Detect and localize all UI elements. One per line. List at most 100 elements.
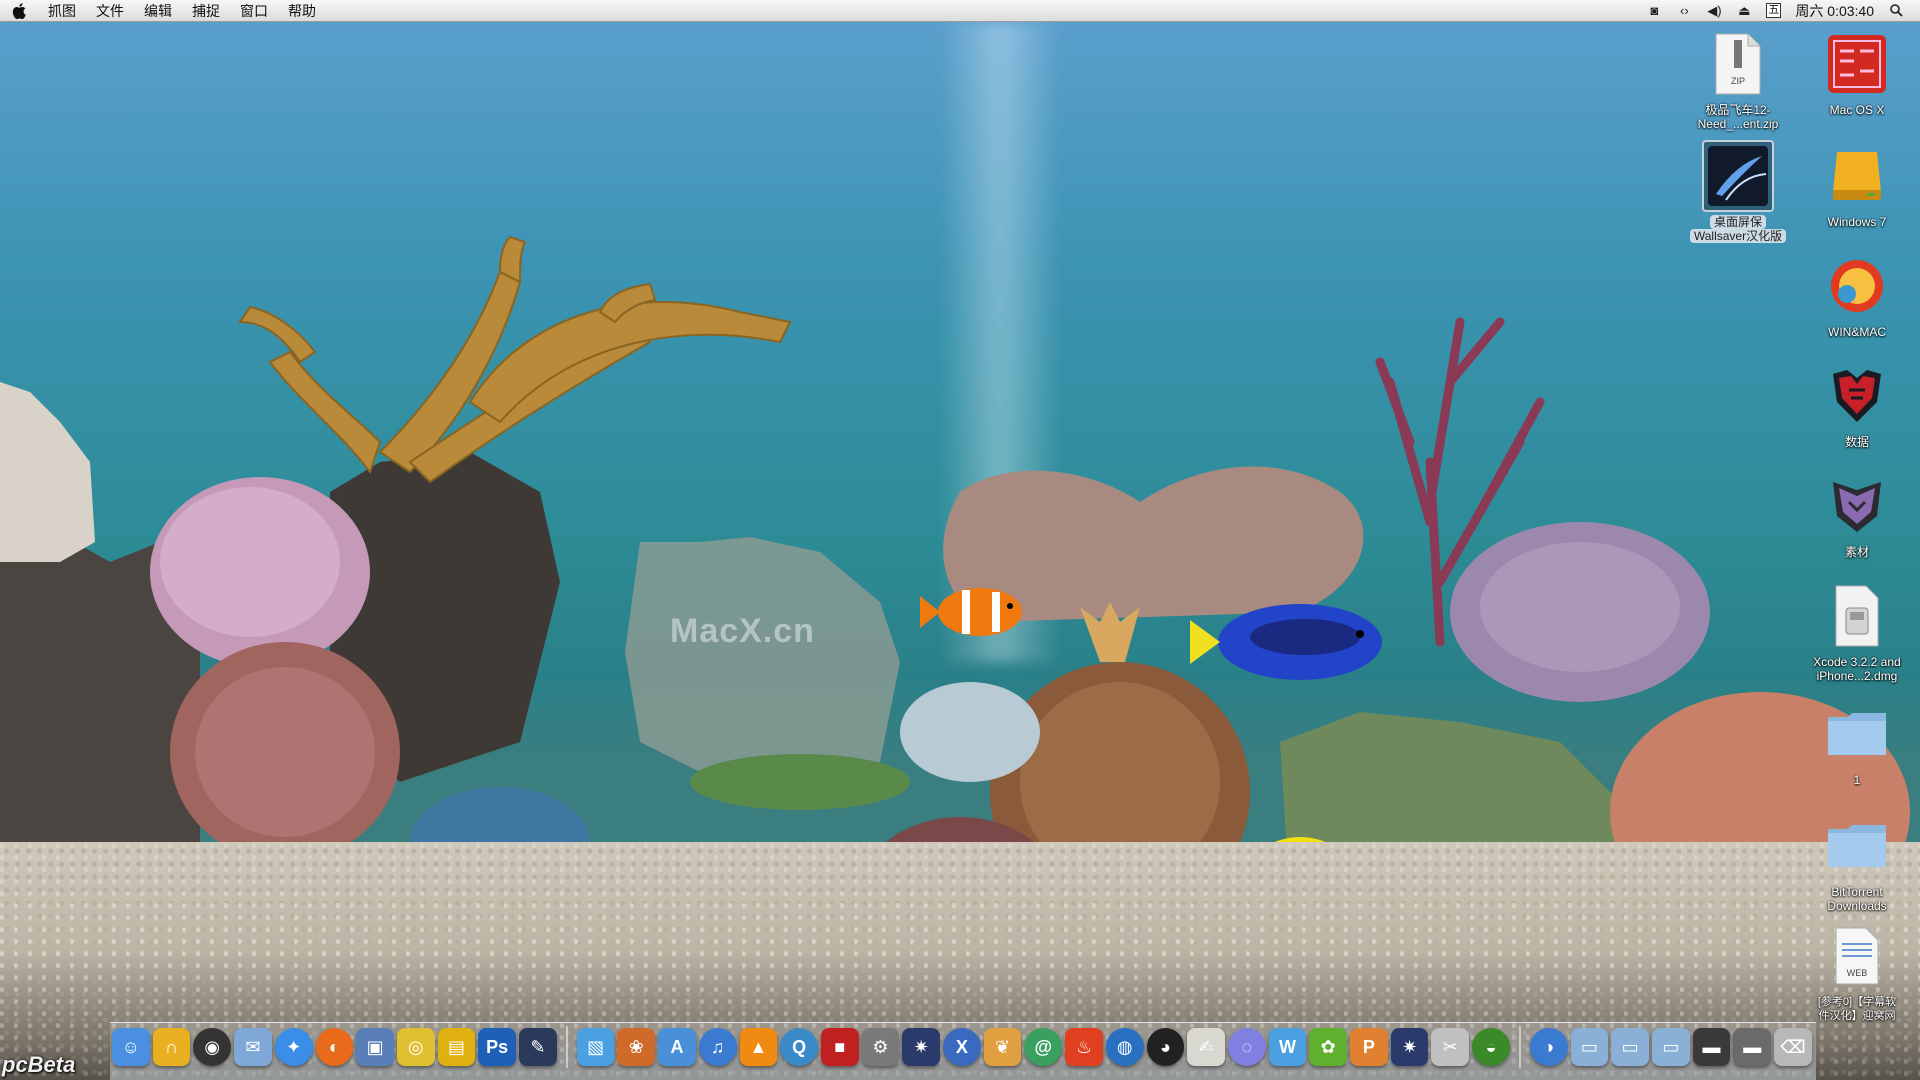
dock-safari-icon[interactable]: ✦ <box>274 1028 313 1066</box>
dock-separator <box>1518 1026 1521 1068</box>
dock-xcode-icon[interactable]: X <box>943 1028 981 1066</box>
dock-bird-icon[interactable]: ❦ <box>983 1028 1022 1066</box>
dock-firefox-icon[interactable]: ◐ <box>315 1028 354 1066</box>
menu-capture[interactable]: 捕捉 <box>182 0 230 22</box>
dock-quicktime-icon[interactable]: Q <box>780 1028 818 1066</box>
eject-icon[interactable]: ⏏ <box>1736 3 1752 19</box>
desktop-icon-xcode-dmg[interactable]: Xcode 3.2.2 and iPhone...2.dmg <box>1802 580 1912 683</box>
icon-label: Mac OS X <box>1829 103 1885 117</box>
menu-window[interactable]: 窗口 <box>230 0 278 22</box>
icon-label: 1 <box>1853 773 1861 787</box>
dock-photos-icon[interactable]: ❀ <box>617 1028 656 1066</box>
win-mac-volume-icon <box>1821 250 1893 322</box>
desktop-icon-wallsaver[interactable]: 桌面屏保 Wallsaver汉化版 <box>1683 140 1793 243</box>
wallsaver-status-icon[interactable]: ◙ <box>1646 3 1662 19</box>
decepticon-volume-icon <box>1821 470 1893 542</box>
dock-finder-icon[interactable]: ☺ <box>112 1028 150 1066</box>
dock-network-icon[interactable]: ◑ <box>1529 1028 1568 1066</box>
icon-label: 素材 <box>1844 545 1869 559</box>
desktop-icon-web-archive[interactable]: WEB [参考0]【字幕软 件汉化】迎窝网 <box>1802 920 1912 1023</box>
icon-label: 件汉化】迎窝网 <box>1818 1010 1896 1022</box>
desktop-icon-data[interactable]: 数据 <box>1802 360 1912 449</box>
dock-earth-icon[interactable]: ◍ <box>1105 1028 1144 1066</box>
desktop-icon-assets[interactable]: 素材 <box>1802 470 1912 559</box>
macx-watermark: MacX.cn <box>670 612 815 650</box>
icon-label: [参考0]【字幕软 <box>1817 996 1897 1008</box>
disk-image-icon <box>1821 580 1893 652</box>
dock-folder-down-icon[interactable]: ▭ <box>1651 1028 1690 1066</box>
dock-pen-icon[interactable]: ✎ <box>519 1028 557 1066</box>
icon-label: iPhone...2.dmg <box>1816 669 1898 683</box>
icon-label: Windows 7 <box>1827 215 1887 229</box>
external-drive-icon <box>1821 140 1893 212</box>
web-document-icon: WEB <box>1821 920 1893 992</box>
wallsaver-app-icon <box>1702 140 1774 212</box>
autobot-volume-icon <box>1821 360 1893 432</box>
dock-folder-docs-icon[interactable]: ▭ <box>1611 1028 1649 1066</box>
menu-edit[interactable]: 编辑 <box>134 0 182 22</box>
spotlight-search-icon[interactable] <box>1888 3 1904 19</box>
icon-label: Need_...ent.zip <box>1697 117 1779 131</box>
dock-trash-icon[interactable]: ⌫ <box>1774 1028 1812 1066</box>
dock-drive-icon[interactable]: ▤ <box>437 1028 476 1066</box>
dock-leaf-icon[interactable]: ✿ <box>1309 1028 1348 1066</box>
menu-help[interactable]: 帮助 <box>278 0 326 22</box>
desktop-wallpaper[interactable]: MacX.cn pcBeta ZIP 极品飞车12- Need_...ent.z… <box>0 22 1920 1080</box>
icon-label: 桌面屏保 <box>1709 215 1766 229</box>
menu-bar: 抓图 文件 编辑 捕捉 窗口 帮助 ◙ ‹› ◀) ⏏ 五 周六 0:03:40 <box>0 0 1920 22</box>
dock-sysprefs-icon[interactable]: ⚙ <box>861 1028 900 1066</box>
folder-icon <box>1821 698 1893 770</box>
apple-menu-icon[interactable] <box>0 0 38 22</box>
code-brackets-icon[interactable]: ‹› <box>1676 3 1692 19</box>
dock-snapshot-icon[interactable]: ▧ <box>576 1028 615 1066</box>
dock-vlc-icon[interactable]: ▲ <box>739 1028 778 1066</box>
folder-icon <box>1821 810 1893 882</box>
clownfish <box>920 588 1022 636</box>
dock-wave-icon[interactable]: W <box>1268 1028 1307 1066</box>
dock-screen-icon[interactable]: ▬ <box>1692 1028 1731 1066</box>
dock-flame-icon[interactable]: ♨ <box>1065 1028 1103 1066</box>
icon-label: Xcode 3.2.2 and <box>1813 655 1901 669</box>
dock-preview-icon[interactable]: ▣ <box>356 1028 394 1066</box>
dock-itunes-icon[interactable]: ♫ <box>698 1028 737 1066</box>
desktop-icon-folder-1[interactable]: 1 <box>1802 698 1912 787</box>
menu-grab[interactable]: 抓图 <box>38 0 86 22</box>
dock-appstore-icon[interactable]: A <box>658 1028 696 1066</box>
icon-label: 数据 <box>1844 435 1869 449</box>
dock-frog-icon[interactable]: ◒ <box>1472 1028 1510 1066</box>
dock-swirl-icon[interactable]: @ <box>1024 1028 1063 1066</box>
dock-pencil2-icon[interactable]: P <box>1350 1028 1388 1066</box>
dock-photobooth-icon[interactable]: ■ <box>820 1028 859 1066</box>
dock-wallsaver-icon[interactable]: ✷ <box>902 1028 941 1066</box>
blue-tang <box>1190 604 1382 680</box>
desktop-icon-nfs-zip[interactable]: ZIP 极品飞车12- Need_...ent.zip <box>1683 28 1793 131</box>
dock-dashboard-icon[interactable]: ◉ <box>193 1028 232 1066</box>
dock-photoshop-icon[interactable]: Ps <box>478 1028 517 1066</box>
dock: ☺ ∩ ◉ ✉ ✦ ◐ ▣ ◎ ▤ Ps ✎ ▧ ❀ A ♫ ▲ Q ■ ⚙ ✷ X ❦ @ ♨ ◍ ◕ ✍ ◌ W ✿ P ✷ ✂ ◒ ◑ ▭ ▭ ▭ ▬… <box>112 1024 1812 1070</box>
mac-os-x-seal-icon <box>1821 28 1893 100</box>
dock-notes-icon[interactable]: ✍ <box>1187 1028 1225 1066</box>
input-method-icon[interactable]: 五 <box>1766 3 1782 18</box>
dock-magnet-icon[interactable]: ∩ <box>152 1028 191 1066</box>
dock-screen2-icon[interactable]: ▬ <box>1733 1028 1772 1066</box>
dock-wallsaver2-icon[interactable]: ✷ <box>1390 1028 1429 1066</box>
dock-eye-icon[interactable]: ◎ <box>396 1028 435 1066</box>
dock-qq-icon[interactable]: ◕ <box>1146 1028 1185 1066</box>
desktop-icon-mac-os-x[interactable]: Mac OS X <box>1802 28 1912 117</box>
dock-mail-stamp-icon[interactable]: ✉ <box>234 1028 272 1066</box>
dock-scissors-icon[interactable]: ✂ <box>1431 1028 1470 1066</box>
desktop-icon-win-mac[interactable]: WIN&MAC <box>1802 250 1912 339</box>
menu-clock[interactable]: 周六 0:03:40 <box>1795 1 1874 21</box>
zip-archive-icon: ZIP <box>1702 28 1774 100</box>
dock-folder-apps-icon[interactable]: ▭ <box>1570 1028 1609 1066</box>
status-menus: ◙ ‹› ◀) ⏏ 五 周六 0:03:40 <box>1646 0 1920 22</box>
dock-separator <box>565 1026 568 1068</box>
icon-label: 极品飞车12- <box>1705 103 1771 117</box>
desktop-icon-bittorrent-downloads[interactable]: BitTorrent Downloads <box>1802 810 1912 913</box>
volume-icon[interactable]: ◀) <box>1706 3 1722 19</box>
pcbeta-watermark: pcBeta <box>2 1052 76 1077</box>
dock-globe-icon[interactable]: ◌ <box>1227 1028 1266 1066</box>
desktop-icon-windows-7[interactable]: Windows 7 <box>1802 140 1912 229</box>
menu-file[interactable]: 文件 <box>86 0 134 22</box>
svg-text:WEB: WEB <box>1847 968 1868 978</box>
